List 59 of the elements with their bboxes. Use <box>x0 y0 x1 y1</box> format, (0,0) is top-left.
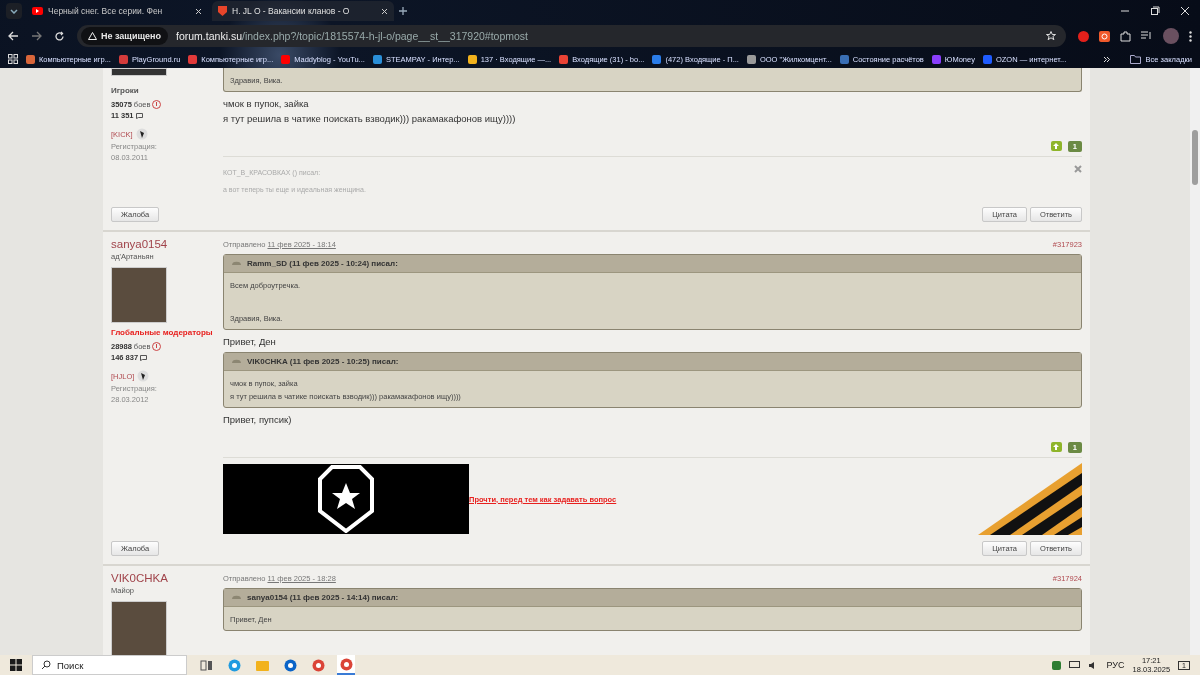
menu-icon[interactable] <box>1189 30 1192 42</box>
reload-icon[interactable] <box>54 30 65 42</box>
user-group: Игроки <box>111 86 219 95</box>
quote-icon <box>232 594 241 601</box>
media-icon[interactable] <box>1141 31 1153 41</box>
comment-icon <box>140 354 148 361</box>
bookmark-star-icon[interactable] <box>1046 31 1056 41</box>
new-tab-icon[interactable] <box>398 6 408 16</box>
taskbar-app-button[interactable] <box>337 655 355 675</box>
shield-star-icon <box>318 465 374 533</box>
quote-author: Ramm_SD (11 фев 2025 - 10:24) писал: <box>247 259 398 268</box>
security-chip[interactable]: Не защищено <box>81 27 169 45</box>
info-icon <box>152 100 162 109</box>
more-bookmarks-icon[interactable] <box>1102 55 1110 63</box>
forward-icon[interactable] <box>31 31 42 41</box>
chevron-down-icon <box>10 8 18 14</box>
info-icon <box>152 342 162 351</box>
apps-grid-icon[interactable] <box>8 54 18 64</box>
post-text: я тут решила в чатике поискать взводик))) ракамакафонов ищу)))) <box>223 113 517 124</box>
windows-start-icon[interactable] <box>10 659 22 671</box>
restore-icon[interactable] <box>1150 6 1160 16</box>
quote-icon <box>232 358 241 365</box>
quote-icon <box>232 260 241 267</box>
language-indicator[interactable]: РУС <box>1106 660 1125 670</box>
taskbar-search-field[interactable]: Поиск <box>32 655 187 675</box>
quote-author: sanya0154 (11 фев 2025 - 14:14) писал: <box>247 593 399 602</box>
close-tab-icon[interactable] <box>381 7 388 15</box>
network-icon[interactable] <box>1068 660 1080 670</box>
warning-icon <box>88 32 97 40</box>
task-view-icon <box>199 658 213 672</box>
mail-icon <box>283 658 297 672</box>
post-text: Привет, пупсик) <box>223 414 293 425</box>
browser-icon <box>339 657 353 671</box>
browser-icon <box>311 658 325 672</box>
clan-emblem-icon <box>137 370 150 382</box>
search-icon <box>41 660 51 670</box>
tab-search-button[interactable] <box>6 3 22 19</box>
username-link[interactable]: VIK0CHKA <box>111 572 219 584</box>
shield-icon <box>218 6 227 16</box>
folder-icon <box>1129 54 1141 64</box>
browser-icon <box>227 658 241 672</box>
clan-emblem-icon <box>135 128 148 140</box>
comment-icon <box>135 112 143 119</box>
browser-tab[interactable]: H. JL O - Вакансии кланов - О <box>212 1 394 21</box>
back-icon[interactable] <box>8 31 19 41</box>
user-group: Глобальные модераторы <box>111 328 219 337</box>
video-icon <box>32 7 43 15</box>
post-text: Привет, Ден <box>223 336 277 347</box>
tray-app-icon[interactable] <box>1051 660 1061 670</box>
username-link[interactable]: sanya0154 <box>111 238 219 250</box>
folder-icon <box>255 658 269 672</box>
browser-tab[interactable]: Черный снег. Все серии. Фен <box>26 1 208 21</box>
address-bar[interactable]: Не защищено forum.tanki.su/index.php?/topic/1815574-h-jl-o/page__st__317920#topmost <box>77 25 1066 47</box>
profile-avatar[interactable] <box>1163 28 1179 44</box>
extension-icon[interactable] <box>1099 30 1110 42</box>
close-tab-icon[interactable] <box>195 7 202 15</box>
post-text: чмок в пупок, зайка <box>223 98 310 109</box>
quote-author: VIK0CHKA (11 фев 2025 - 10:25) писал: <box>247 357 399 366</box>
scrollbar[interactable] <box>1190 68 1200 655</box>
